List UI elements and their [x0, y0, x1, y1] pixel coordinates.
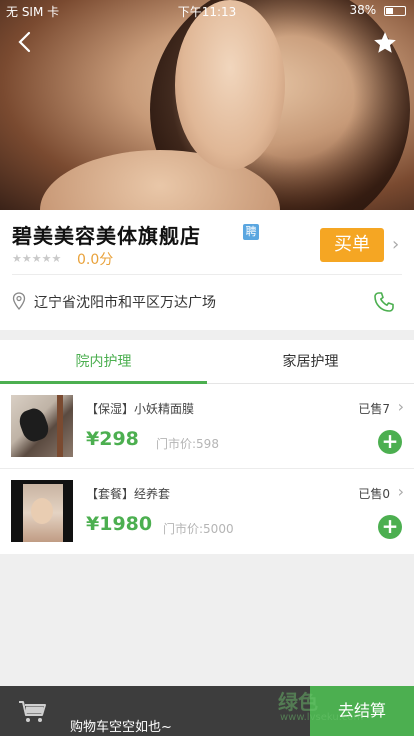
product-price: ¥1980	[86, 513, 153, 535]
original-price: 门市价:5000	[163, 522, 234, 536]
product-thumbnail	[11, 395, 73, 457]
store-info-card: 碧美美容美体旗舰店 聘 ★★★★★ 0.0分 买单 › 辽宁省沈阳市和平区万达广…	[0, 210, 414, 330]
add-to-cart-button[interactable]: +	[378, 430, 402, 454]
recruit-badge: 聘	[243, 224, 259, 240]
product-thumbnail	[11, 480, 73, 542]
chevron-left-icon	[18, 31, 31, 53]
divider	[12, 274, 402, 275]
back-button[interactable]	[14, 30, 38, 54]
product-list: 【保湿】小妖精面膜 已售7 › ¥298 门市价:598 + 【套餐】经养套 已…	[0, 384, 414, 554]
add-to-cart-button[interactable]: +	[378, 515, 402, 539]
status-bar: 无 SIM 卡 下午11:13 38%	[0, 0, 414, 22]
buy-button[interactable]: 买单	[320, 228, 384, 262]
phone-icon[interactable]	[372, 290, 396, 314]
store-name: 碧美美容美体旗舰店	[12, 224, 201, 248]
sold-count: 已售7	[358, 402, 390, 416]
rating-stars: ★★★★★	[12, 252, 62, 265]
watermark-url: www.lvseku.com	[280, 712, 364, 723]
store-address: 辽宁省沈阳市和平区万达广场	[34, 295, 216, 311]
product-title: 【保湿】小妖精面膜	[86, 402, 195, 416]
watermark-logo: 绿色	[278, 690, 318, 714]
product-price: ¥298	[86, 428, 139, 450]
care-tabs: 院内护理 家居护理	[0, 340, 414, 384]
hero-face	[175, 0, 285, 170]
product-row[interactable]: 【保湿】小妖精面膜 已售7 › ¥298 门市价:598 +	[0, 384, 414, 468]
product-title: 【套餐】经养套	[86, 487, 171, 501]
chevron-right-icon: ›	[397, 397, 404, 416]
battery-percent: 38%	[349, 3, 377, 17]
sold-count: 已售0	[358, 487, 390, 501]
tab-home-care[interactable]: 家居护理	[207, 340, 414, 384]
chevron-right-icon: ›	[397, 482, 404, 501]
shopping-cart-icon[interactable]	[18, 700, 48, 724]
favorite-button[interactable]	[372, 30, 398, 56]
cart-empty-text: 购物车空空如也~	[70, 720, 172, 735]
store-hero-image	[0, 0, 414, 210]
chevron-right-icon[interactable]: ›	[392, 234, 399, 255]
star-icon	[374, 32, 396, 53]
tab-in-store-care[interactable]: 院内护理	[0, 340, 207, 384]
product-row[interactable]: 【套餐】经养套 已售0 › ¥1980 门市价:5000 +	[0, 469, 414, 553]
original-price: 门市价:598	[156, 437, 219, 451]
battery-icon	[384, 5, 406, 16]
cart-bar: 购物车空空如也~ 去结算	[0, 686, 414, 736]
battery-status: 38%	[349, 3, 406, 17]
checkout-button[interactable]: 去结算	[310, 686, 414, 736]
rating-score: 0.0分	[77, 252, 114, 268]
location-pin-icon	[12, 292, 26, 310]
